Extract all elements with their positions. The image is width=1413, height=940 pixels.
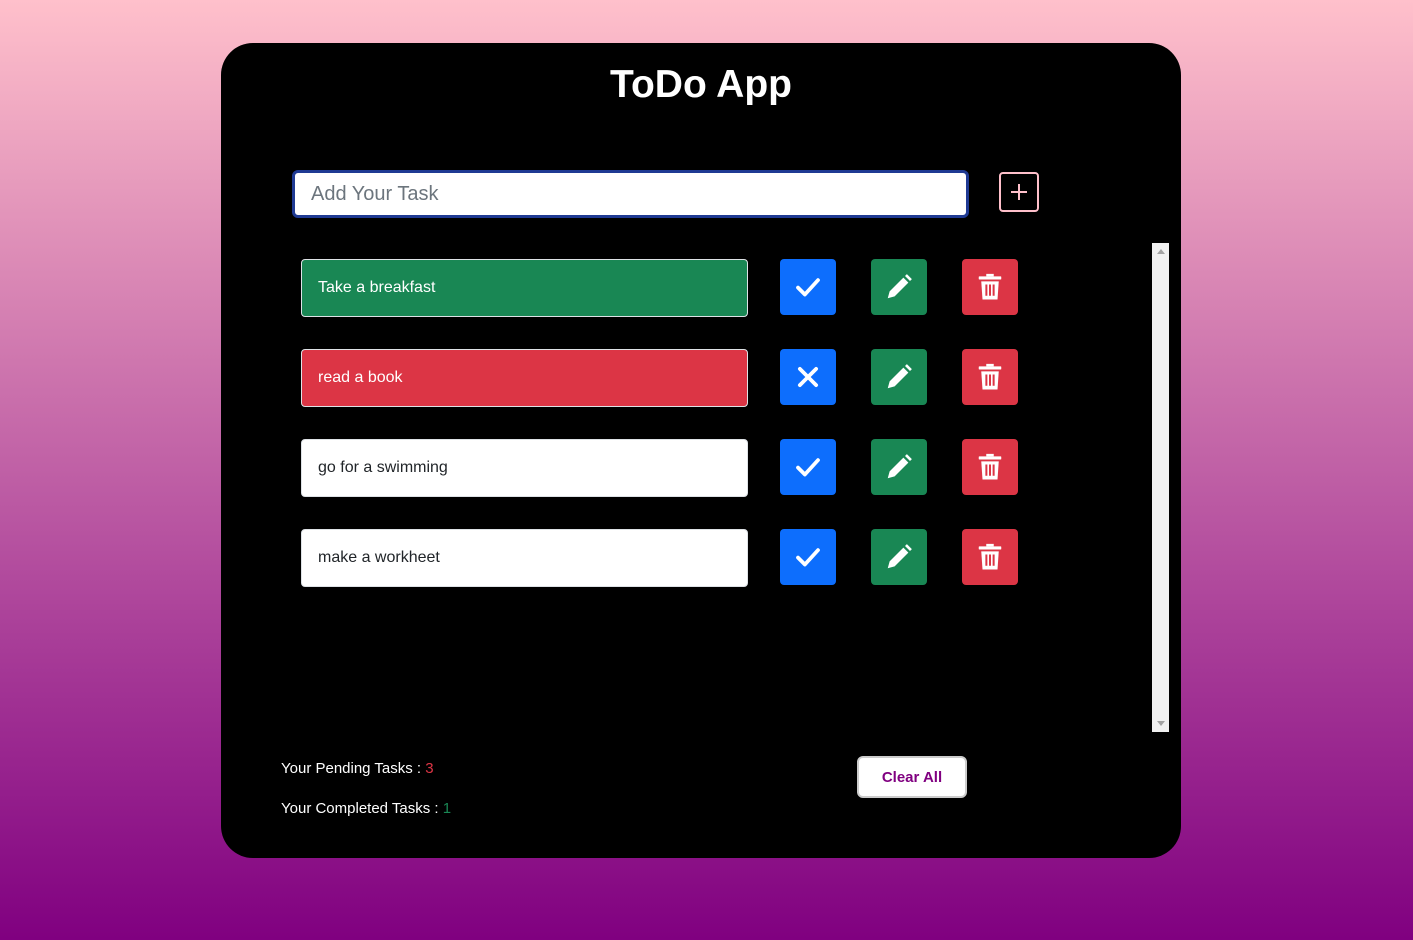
task-row: read a book — [301, 349, 1061, 407]
clear-all-button[interactable]: Clear All — [857, 756, 967, 798]
task-list-scrollbar[interactable] — [1152, 243, 1169, 732]
todo-card: ToDo App Take a breakfast — [221, 43, 1181, 858]
plus-square-icon — [1011, 184, 1027, 200]
mark-done-button[interactable] — [780, 259, 836, 315]
add-task-button[interactable] — [999, 172, 1039, 212]
mark-done-button[interactable] — [780, 529, 836, 585]
pencil-icon — [887, 544, 912, 569]
task-text: go for a swimming — [301, 439, 748, 497]
delete-task-button[interactable] — [962, 259, 1018, 315]
task-text: make a workheet — [301, 529, 748, 587]
delete-task-button[interactable] — [962, 529, 1018, 585]
task-input[interactable] — [292, 170, 969, 218]
delete-task-button[interactable] — [962, 439, 1018, 495]
check-icon — [796, 458, 820, 477]
trash-icon — [978, 453, 1002, 480]
scroll-down-arrow-icon[interactable] — [1157, 721, 1165, 726]
completed-tasks-label: Your Completed Tasks : — [281, 800, 443, 817]
delete-task-button[interactable] — [962, 349, 1018, 405]
task-row: make a workheet — [301, 529, 1061, 587]
task-text: read a book — [301, 349, 748, 407]
pencil-icon — [887, 364, 912, 389]
trash-icon — [978, 543, 1002, 570]
pending-tasks-count: 3 — [425, 760, 434, 777]
check-icon — [796, 548, 820, 567]
task-row: go for a swimming — [301, 439, 1061, 497]
x-icon — [798, 367, 818, 387]
trash-icon — [978, 273, 1002, 300]
edit-task-button[interactable] — [871, 259, 927, 315]
edit-task-button[interactable] — [871, 349, 927, 405]
mark-done-button[interactable] — [780, 439, 836, 495]
mark-undone-button[interactable] — [780, 349, 836, 405]
pencil-icon — [887, 274, 912, 299]
completed-tasks-count: 1 — [442, 800, 452, 817]
app-title: ToDo App — [610, 63, 792, 106]
pending-tasks-label: Your Pending Tasks : — [281, 760, 426, 777]
edit-task-button[interactable] — [871, 529, 927, 585]
pending-tasks-stat: Your Pending Tasks : 3 — [281, 760, 434, 777]
pencil-icon — [887, 454, 912, 479]
scroll-up-arrow-icon[interactable] — [1157, 249, 1165, 254]
task-row: Take a breakfast — [301, 259, 1061, 317]
completed-tasks-stat: Your Completed Tasks : 1 — [281, 800, 451, 817]
check-icon — [796, 278, 820, 297]
task-list: Take a breakfast read a book go for a sw… — [301, 243, 1169, 732]
trash-icon — [978, 363, 1002, 390]
edit-task-button[interactable] — [871, 439, 927, 495]
task-text: Take a breakfast — [301, 259, 748, 317]
